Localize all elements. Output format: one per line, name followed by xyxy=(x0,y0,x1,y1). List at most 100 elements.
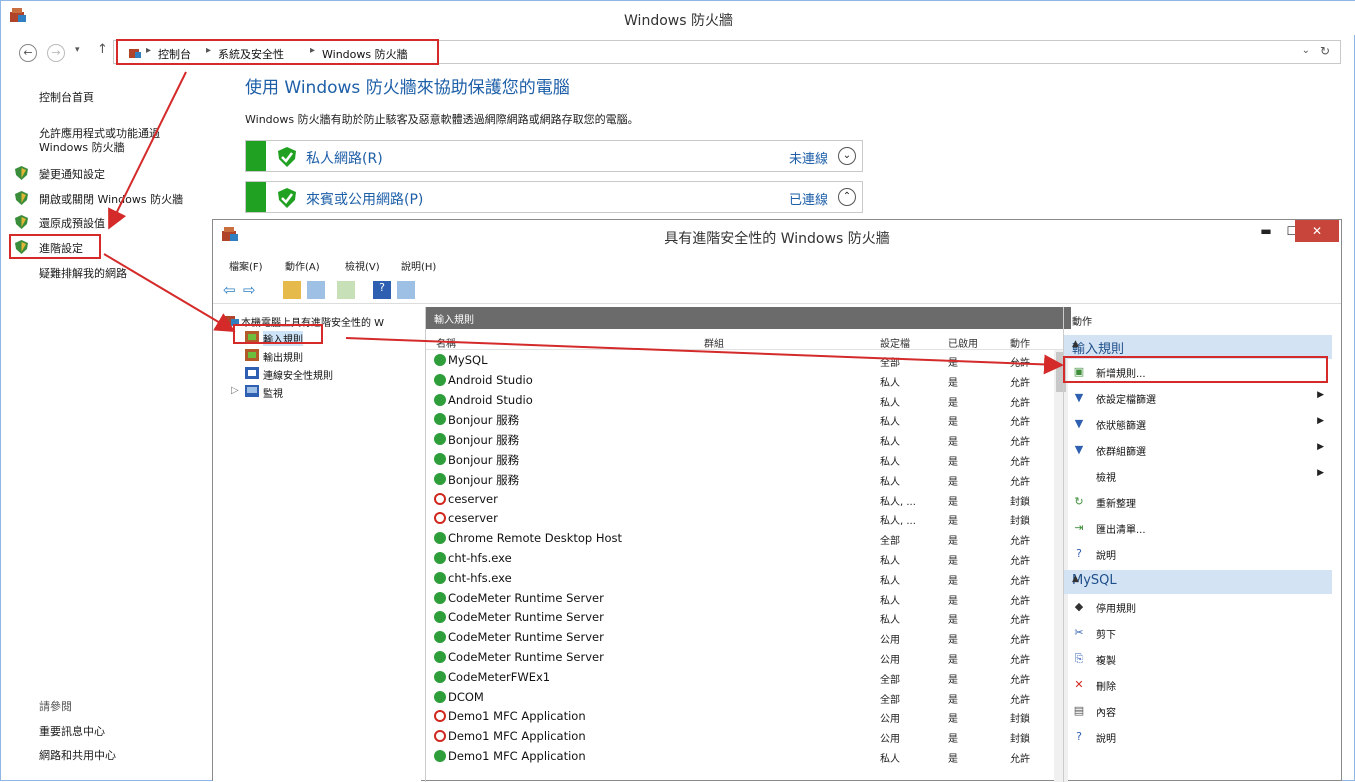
column-action[interactable]: 動作 xyxy=(1010,335,1030,350)
column-group[interactable]: 群組 xyxy=(704,335,724,350)
nav-restore-defaults[interactable]: 還原成預設值 xyxy=(39,215,105,231)
tree-outbound-rules[interactable]: 輸出規則 xyxy=(263,349,303,364)
table-row[interactable]: CodeMeter Runtime Server 公用 是 允許 xyxy=(426,648,1056,668)
status-green-bar xyxy=(246,141,266,171)
action-item[interactable]: ? 說明 xyxy=(1064,725,1332,749)
window-title: Windows 防火牆 xyxy=(624,13,733,29)
address-dropdown-icon[interactable]: ⌄ xyxy=(1302,45,1310,56)
menu-file[interactable]: 檔案(F) xyxy=(229,258,263,273)
forward-icon[interactable]: → xyxy=(47,44,65,62)
table-row[interactable]: Bonjour 服務 私人 是 允許 xyxy=(426,430,1056,450)
table-row[interactable]: cht-hfs.exe 私人 是 允許 xyxy=(426,549,1056,569)
rule-profile: 公用 xyxy=(880,734,900,746)
rule-action: 允許 xyxy=(1010,694,1030,706)
chevron-down-icon[interactable]: ⌄ xyxy=(838,147,856,165)
rule-profile: 私人 xyxy=(880,615,900,627)
action-item[interactable]: ▼ 依群組篩選 ▶ xyxy=(1064,438,1332,462)
menu-view[interactable]: 檢視(V) xyxy=(345,258,380,273)
table-row[interactable]: Demo1 MFC Application 公用 是 封鎖 xyxy=(426,727,1056,747)
table-row[interactable]: Bonjour 服務 私人 是 允許 xyxy=(426,450,1056,470)
tree-connection-security[interactable]: 連線安全性規則 xyxy=(263,367,333,382)
help-icon[interactable]: ? xyxy=(373,281,391,299)
recent-dropdown-icon[interactable]: ▾ xyxy=(75,45,80,55)
rule-name: Bonjour 服務 xyxy=(448,413,520,428)
rule-profile: 公用 xyxy=(880,655,900,666)
nav-network-center[interactable]: 網路和共用中心 xyxy=(39,747,116,763)
folder-icon[interactable] xyxy=(283,281,301,299)
table-row[interactable]: MySQL 全部 是 允許 xyxy=(426,351,1056,371)
annotation-highlight-advanced xyxy=(9,234,101,259)
table-row[interactable]: CodeMeter Runtime Server 私人 是 允許 xyxy=(426,608,1056,628)
minimize-button[interactable]: ▬ xyxy=(1253,220,1279,242)
collapse-icon[interactable]: ▲ xyxy=(1072,574,1324,584)
action-item[interactable]: ↻ 重新整理 xyxy=(1064,490,1332,514)
nav-toggle-firewall[interactable]: 開啟或關閉 Windows 防火牆 xyxy=(39,191,183,207)
table-row[interactable]: DCOM 全部 是 允許 xyxy=(426,688,1056,708)
column-profile[interactable]: 設定檔 xyxy=(880,335,910,350)
public-network-bar[interactable]: 來賓或公用網路(P) 已連線 ⌃ xyxy=(245,181,863,213)
refresh-icon[interactable]: ↻ xyxy=(1320,44,1330,58)
action-item[interactable]: ? 說明 xyxy=(1064,542,1332,566)
nav-control-panel-home[interactable]: 控制台首頁 xyxy=(39,89,94,105)
back-icon[interactable]: ⇦ xyxy=(223,281,241,299)
table-row[interactable]: ceserver 私人, ... 是 封鎖 xyxy=(426,509,1056,529)
action-item[interactable]: 檢視 ▶ xyxy=(1064,464,1332,488)
table-row[interactable]: ceserver 私人, ... 是 封鎖 xyxy=(426,490,1056,510)
menu-action[interactable]: 動作(A) xyxy=(285,258,320,273)
rule-enabled: 是 xyxy=(948,635,958,647)
export-icon[interactable] xyxy=(337,281,355,299)
console-tree-icon[interactable] xyxy=(307,281,325,299)
rule-profile: 全部 xyxy=(880,358,900,369)
table-row[interactable]: Demo1 MFC Application 公用 是 封鎖 xyxy=(426,707,1056,727)
rule-action: 允許 xyxy=(1010,437,1030,449)
allow-icon xyxy=(434,393,446,406)
column-enabled[interactable]: 已啟用 xyxy=(948,335,978,350)
rule-name: DCOM xyxy=(448,689,484,704)
back-icon[interactable]: ← xyxy=(19,44,37,62)
tree-monitor[interactable]: 監視 xyxy=(263,385,283,400)
nav-change-notify[interactable]: 變更通知設定 xyxy=(39,166,105,182)
action-item[interactable]: ⇥ 匯出清單... xyxy=(1064,516,1332,540)
action-pane-icon[interactable] xyxy=(397,281,415,299)
actions-section-header[interactable]: MySQL ▲ xyxy=(1064,570,1332,594)
action-item[interactable]: ◆ 停用規則 xyxy=(1064,595,1332,619)
nav-allow-app[interactable]: 允許應用程式或功能通過 Windows 防火牆 xyxy=(39,127,189,155)
filter-icon: ▼ xyxy=(1074,443,1084,456)
table-row[interactable]: cht-hfs.exe 私人 是 允許 xyxy=(426,569,1056,589)
action-item[interactable]: ▼ 依設定檔篩選 ▶ xyxy=(1064,386,1332,410)
forward-icon[interactable]: ⇨ xyxy=(243,281,261,299)
table-row[interactable]: Bonjour 服務 私人 是 允許 xyxy=(426,470,1056,490)
table-row[interactable]: Android Studio 私人 是 允許 xyxy=(426,371,1056,391)
table-row[interactable]: CodeMeter Runtime Server 公用 是 允許 xyxy=(426,628,1056,648)
shield-check-icon xyxy=(278,147,296,167)
rule-profile: 私人 xyxy=(880,595,900,607)
expand-icon[interactable]: ▷ xyxy=(231,385,239,396)
table-row[interactable]: CodeMeterFWEx1 全部 是 允許 xyxy=(426,668,1056,688)
action-item[interactable]: ▼ 依狀態篩選 ▶ xyxy=(1064,412,1332,436)
rule-action: 允許 xyxy=(1010,595,1030,607)
table-row[interactable]: Demo1 MFC Application 私人 是 允許 xyxy=(426,747,1056,767)
collapse-icon[interactable]: ▲ xyxy=(1072,339,1324,349)
private-network-bar[interactable]: 私人網路(R) 未連線 ⌄ xyxy=(245,140,863,172)
nav-security-center[interactable]: 重要訊息中心 xyxy=(39,723,105,739)
table-row[interactable]: Chrome Remote Desktop Host 全部 是 允許 xyxy=(426,529,1056,549)
table-row[interactable]: Bonjour 服務 私人 是 允許 xyxy=(426,410,1056,430)
table-row[interactable]: Android Studio 私人 是 允許 xyxy=(426,391,1056,411)
action-item[interactable]: ✂ 剪下 xyxy=(1064,621,1332,645)
rule-enabled: 是 xyxy=(948,377,958,389)
nav-troubleshoot[interactable]: 疑難排解我的網路 xyxy=(39,265,127,281)
action-item[interactable]: ▤ 內容 xyxy=(1064,699,1332,723)
column-name[interactable]: 名稱 xyxy=(436,335,456,350)
advanced-firewall-window: 具有進階安全性的 Windows 防火牆 ▬ ☐ ✕ 檔案(F) 動作(A) 檢… xyxy=(212,219,1342,782)
action-item[interactable]: ✕ 刪除 xyxy=(1064,673,1332,697)
allow-icon xyxy=(434,670,446,683)
chevron-up-icon[interactable]: ⌃ xyxy=(838,188,856,206)
cut-icon: ✂ xyxy=(1074,626,1084,639)
action-item[interactable]: ⎘ 複製 xyxy=(1064,647,1332,671)
up-icon[interactable]: ↑ xyxy=(97,42,108,57)
rule-action: 允許 xyxy=(1010,635,1030,647)
menu-help[interactable]: 說明(H) xyxy=(401,258,436,273)
title-bar: Windows 防火牆 xyxy=(1,1,1355,35)
close-button[interactable]: ✕ xyxy=(1295,220,1339,242)
table-row[interactable]: CodeMeter Runtime Server 私人 是 允許 xyxy=(426,589,1056,609)
